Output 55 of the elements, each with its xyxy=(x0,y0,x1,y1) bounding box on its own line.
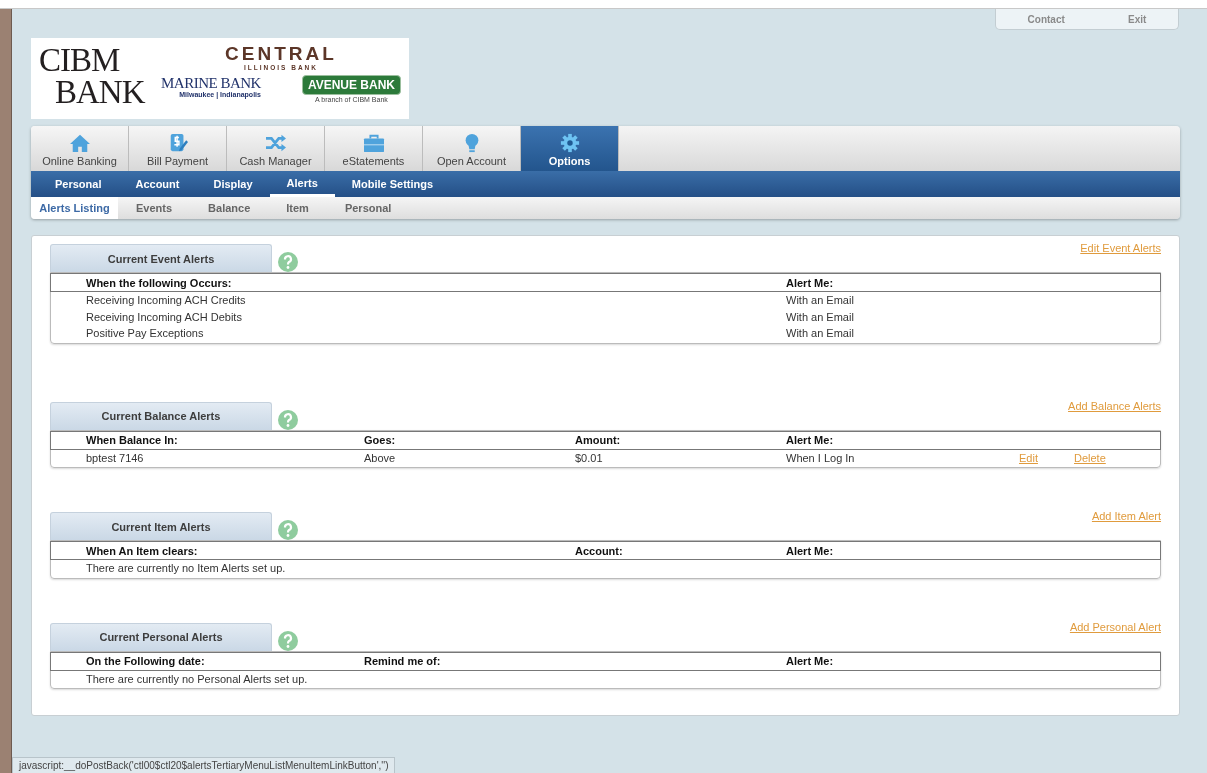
submenu-tab[interactable]: Alerts Listing xyxy=(31,197,118,219)
help-icon[interactable] xyxy=(278,252,298,272)
empty-message: There are currently no Item Alerts set up. xyxy=(86,562,287,575)
table-cell-text: With an Email xyxy=(786,310,855,323)
section-title: Current Personal Alerts xyxy=(50,622,272,651)
table-cell-text: $0.01 xyxy=(575,451,604,464)
submenu-tab[interactable]: Personal xyxy=(326,197,410,219)
briefcase-icon xyxy=(362,133,385,153)
table-cell-text: With an Email xyxy=(786,294,855,307)
help-icon[interactable] xyxy=(278,630,298,651)
column-header: On the Following date: xyxy=(86,655,206,667)
column-header: Goes: xyxy=(364,434,397,446)
menu-tab[interactable]: Display xyxy=(196,171,270,197)
table-cell-text: With an Email xyxy=(786,327,855,340)
submenu-tab[interactable]: Item xyxy=(268,197,327,219)
column-header: Amount: xyxy=(575,434,622,446)
header-link[interactable]: Contact xyxy=(1027,13,1065,25)
column-header: When Balance In: xyxy=(86,434,179,446)
logo-text: BANK xyxy=(54,76,147,108)
column-header: Alert Me: xyxy=(786,655,835,667)
section-title: Current Item Alerts xyxy=(50,512,272,540)
column-header: Alert Me: xyxy=(786,544,835,557)
table-cell-text: bptest 7146 xyxy=(86,451,145,464)
logo-text: CIBM xyxy=(39,44,121,76)
nav-tab[interactable]: Options xyxy=(521,126,619,171)
menu-tab[interactable]: Personal xyxy=(38,171,119,197)
gear-icon xyxy=(558,133,581,153)
column-header: Remind me of: xyxy=(364,655,442,667)
column-header: Alert Me: xyxy=(786,434,835,446)
column-header: When the following Occurs: xyxy=(86,276,233,289)
section-title: Current Balance Alerts xyxy=(50,401,272,430)
logo-text: MARINE BANK xyxy=(161,75,261,91)
section-title: Current Event Alerts xyxy=(50,244,272,272)
empty-message: There are currently no Personal Alerts set up. xyxy=(86,672,309,685)
column-header: When An Item clears: xyxy=(86,544,199,557)
column-header: Account: xyxy=(575,544,624,557)
menu-tab[interactable]: Mobile Settings xyxy=(334,171,451,197)
table-cell-text: When I Log In xyxy=(786,451,856,464)
table-cell-text: Above xyxy=(364,451,397,464)
column-header: Alert Me: xyxy=(786,276,835,289)
table-cell-text: Receiving Incoming ACH Debits xyxy=(86,310,243,323)
logo-text: CENTRAL xyxy=(225,44,337,64)
menu-tab[interactable]: Account xyxy=(118,171,197,197)
nav-tab[interactable]: Online Banking xyxy=(31,126,129,171)
header-link[interactable]: Exit xyxy=(1128,13,1147,25)
table-cell-text: Receiving Incoming ACH Credits xyxy=(86,294,247,307)
help-icon[interactable] xyxy=(278,409,298,430)
help-icon[interactable] xyxy=(278,520,298,540)
shuffle-icon xyxy=(264,133,287,153)
submenu-tab[interactable]: Events xyxy=(118,197,191,219)
status-bar: javascript:__doPostBack('ctl00$ctl20$alertsTertiaryMenuListMenuItemLinkButton','') xyxy=(12,757,396,773)
house-icon xyxy=(68,133,91,153)
logo-badge: AVENUE BANK xyxy=(301,75,401,95)
submenu-tab[interactable]: Balance xyxy=(190,197,269,219)
table-cell-text: Positive Pay Exceptions xyxy=(86,327,205,340)
